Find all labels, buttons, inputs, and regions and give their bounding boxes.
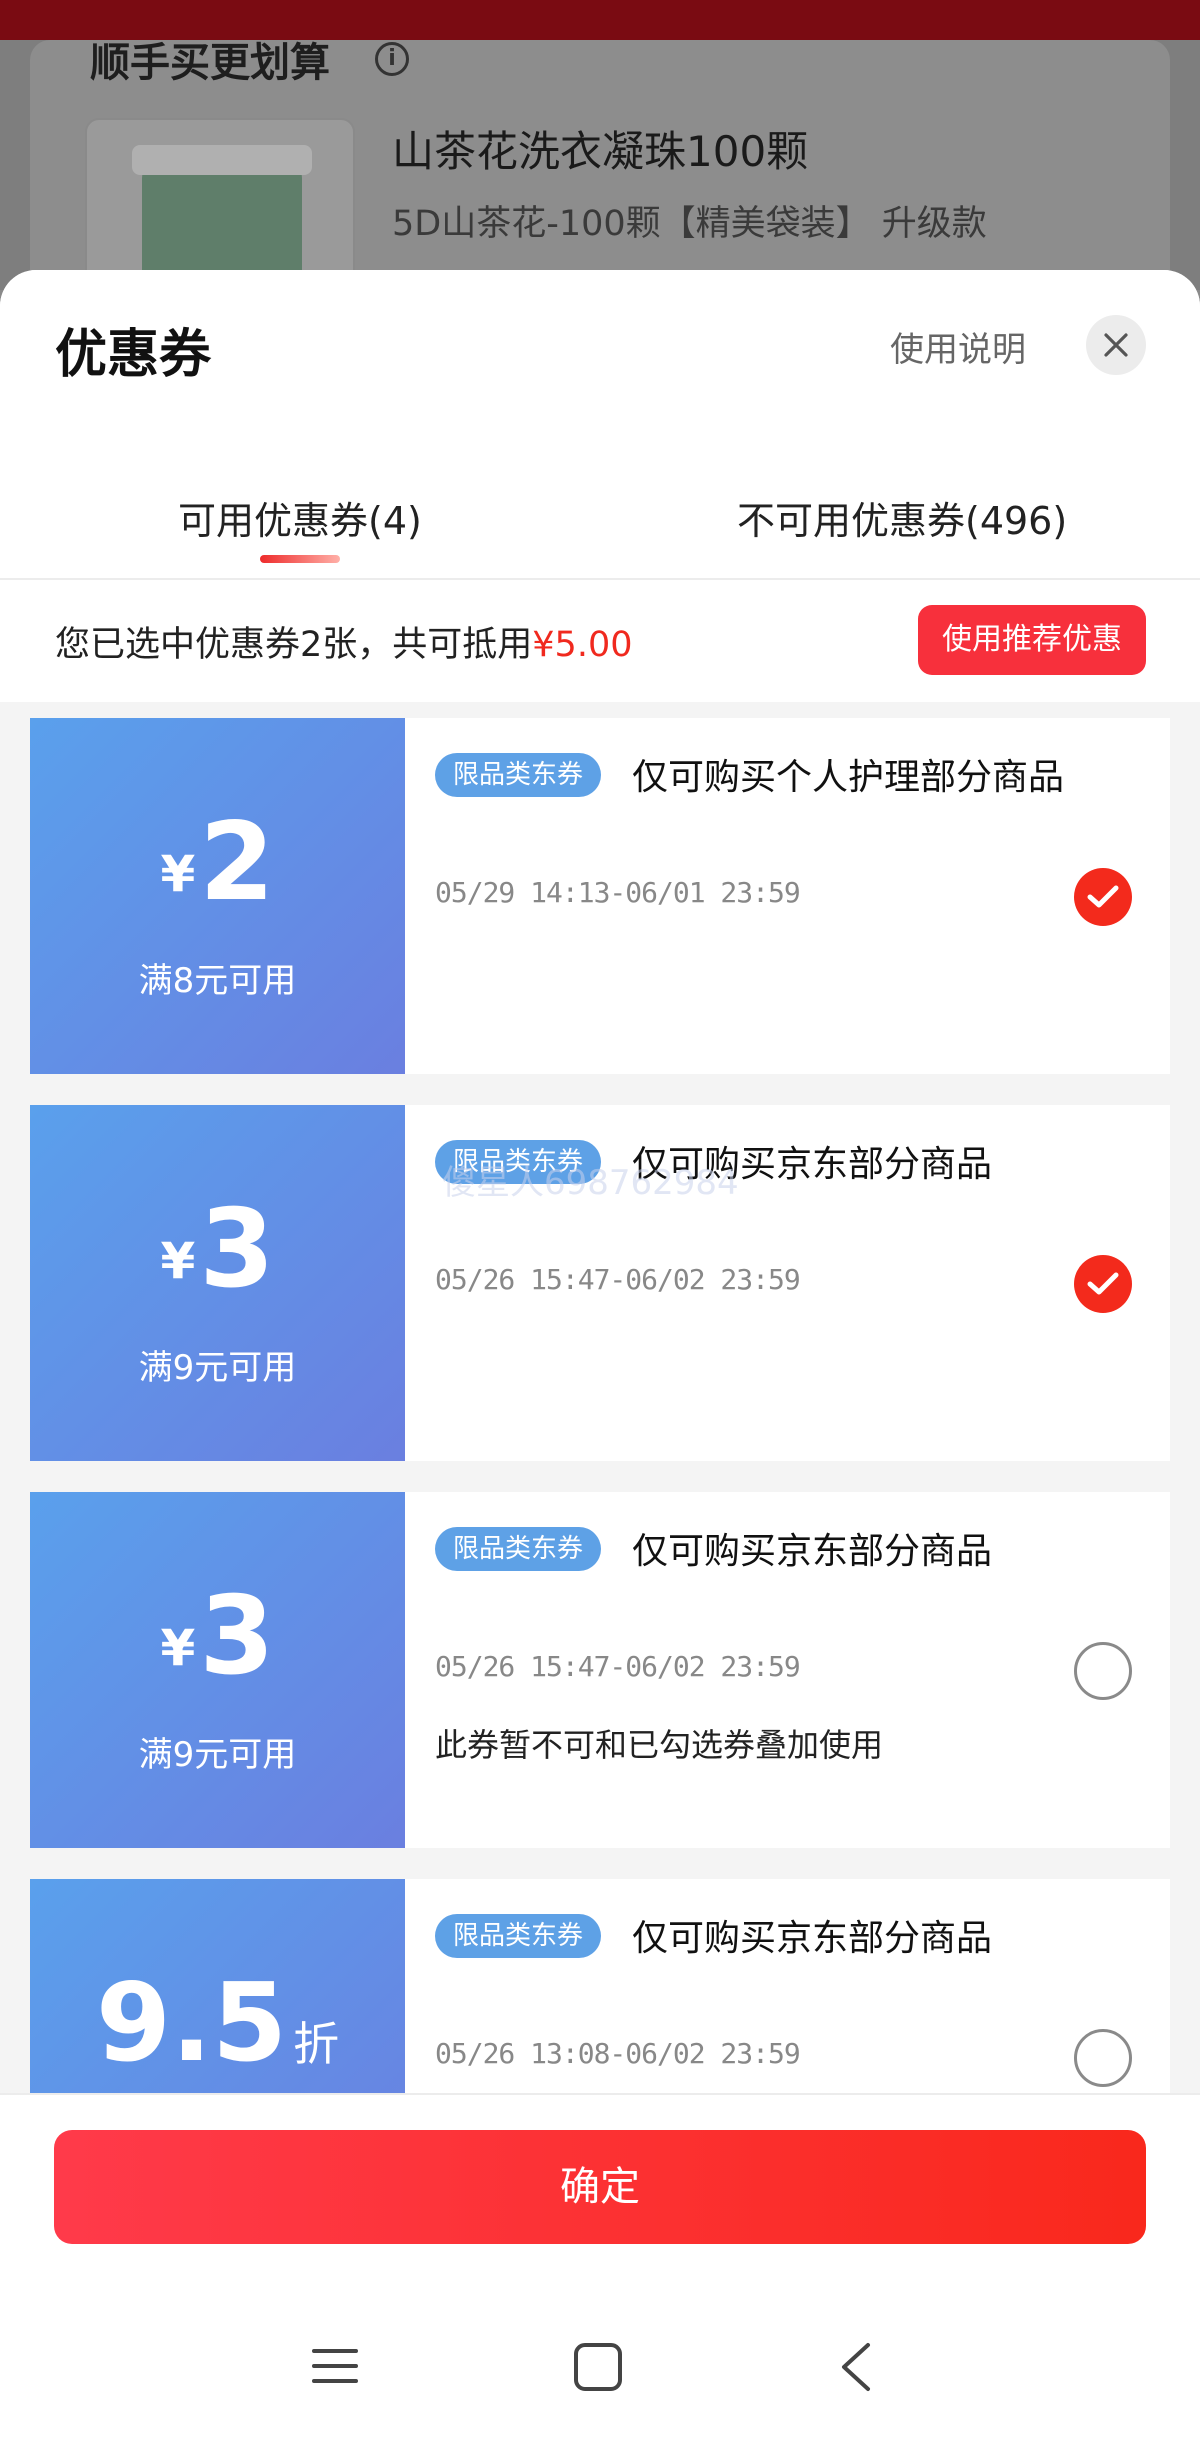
coupon-currency: ¥ <box>160 1619 196 1677</box>
coupon-page: 顺手买更划算 i 山茶花洗衣凝珠100颗 5D山茶花-100颗【精美袋装】 升级… <box>0 0 1200 2447</box>
sheet-header: 优惠券 使用说明 <box>0 270 1200 440</box>
product-lid-shape <box>132 145 312 175</box>
use-recommended-button[interactable]: 使用推荐优惠 <box>918 605 1146 675</box>
back-icon[interactable] <box>836 2341 876 2393</box>
summary-label: 您已选中优惠券2张，共可抵用 <box>55 625 533 665</box>
coupon-amount: ¥2 <box>30 808 405 918</box>
coupon-currency: ¥ <box>160 1232 196 1290</box>
coupon-amount-value: 9.5 <box>95 1961 288 2086</box>
background-product-name: 山茶花洗衣凝珠100颗 <box>392 127 809 176</box>
coupon-amount-value: 2 <box>199 800 275 925</box>
coupon-card[interactable]: ¥2 满8元可用 限品类东券 仅可购买个人护理部分商品 05/29 14:13-… <box>24 718 1170 1074</box>
confirm-button[interactable]: 确定 <box>54 2130 1146 2244</box>
coupon-checkbox-unchecked[interactable] <box>1074 1642 1132 1700</box>
close-button[interactable] <box>1086 315 1146 375</box>
coupon-value-panel: ¥3 满9元可用 <box>24 1492 405 1848</box>
background-section-title: 顺手买更划算 <box>90 40 330 86</box>
coupon-checkbox-unchecked[interactable] <box>1074 2029 1132 2087</box>
selection-summary: 您已选中优惠券2张，共可抵用¥5.00 使用推荐优惠 <box>0 580 1200 702</box>
coupon-amount-value: 3 <box>199 1574 275 1699</box>
coupon-description: 仅可购买京东部分商品 <box>632 1144 993 1185</box>
info-icon: i <box>375 42 409 76</box>
coupon-checkbox-checked[interactable] <box>1074 868 1132 926</box>
coupon-validity: 05/29 14:13-06/01 23:59 <box>435 876 801 909</box>
coupon-description: 仅可购买京东部分商品 <box>632 1531 993 1572</box>
coupon-currency: ¥ <box>160 845 196 903</box>
menu-icon[interactable] <box>310 2341 360 2391</box>
coupon-validity: 05/26 15:47-06/02 23:59 <box>435 1650 801 1683</box>
coupon-card[interactable]: ¥3 满9元可用 限品类东券 仅可购买京东部分商品 05/26 15:47-06… <box>24 1492 1170 1848</box>
coupon-checkbox-checked[interactable] <box>1074 1255 1132 1313</box>
coupon-amount: ¥3 <box>30 1195 405 1305</box>
coupon-value-panel: ¥2 满8元可用 <box>24 718 405 1074</box>
checkmark-icon <box>1087 885 1119 908</box>
coupon-amount-unit: 折 <box>293 2017 340 2071</box>
coupon-description: 仅可购买个人护理部分商品 <box>632 757 1065 798</box>
coupon-validity: 05/26 13:08-06/02 23:59 <box>435 2037 801 2070</box>
background-product-spec: 5D山茶花-100颗【精美袋装】 升级款 <box>392 204 987 244</box>
summary-amount: ¥5.00 <box>532 625 633 665</box>
coupon-list: ¥2 满8元可用 限品类东券 仅可购买个人护理部分商品 05/29 14:13-… <box>24 718 1170 2266</box>
background-page: 顺手买更划算 i 山茶花洗衣凝珠100颗 5D山茶花-100颗【精美袋装】 升级… <box>0 0 1200 318</box>
coupon-tabs: 可用优惠券(4) 不可用优惠券(496) <box>0 440 1200 580</box>
close-icon <box>1104 333 1128 357</box>
coupon-stacking-note: 此券暂不可和已勾选券叠加使用 <box>435 1726 884 1764</box>
summary-text: 您已选中优惠券2张，共可抵用¥5.00 <box>55 616 632 667</box>
coupon-tag: 限品类东券 <box>435 753 602 797</box>
tab-available-coupons[interactable]: 可用优惠券(4) <box>178 490 422 545</box>
coupon-amount-value: 3 <box>199 1187 275 1312</box>
home-icon[interactable] <box>572 2341 624 2393</box>
coupon-value-panel: ¥3 满9元可用 <box>24 1105 405 1461</box>
coupon-amount: ¥3 <box>30 1582 405 1692</box>
checkmark-icon <box>1087 1272 1119 1295</box>
coupon-tag: 限品类东券 <box>435 1527 602 1571</box>
usage-instructions-link[interactable]: 使用说明 <box>890 322 1026 371</box>
sheet-title: 优惠券 <box>55 325 212 385</box>
coupon-tag: 限品类东券 <box>435 1914 602 1958</box>
coupon-condition: 满9元可用 <box>138 1735 297 1775</box>
coupon-description: 仅可购买京东部分商品 <box>632 1918 993 1959</box>
system-nav-bar <box>0 2329 1200 2447</box>
coupon-validity: 05/26 15:47-06/02 23:59 <box>435 1263 801 1296</box>
coupon-condition: 满9元可用 <box>138 1348 297 1388</box>
active-tab-indicator <box>260 555 340 563</box>
coupon-tag: 限品类东券 <box>435 1140 602 1184</box>
sheet-footer: 确定 <box>0 2093 1200 2447</box>
tab-unavailable-coupons[interactable]: 不可用优惠券(496) <box>737 490 1067 545</box>
coupon-condition: 满8元可用 <box>138 961 297 1001</box>
coupon-card[interactable]: ¥3 满9元可用 限品类东券 仅可购买京东部分商品 05/26 15:47-06… <box>24 1105 1170 1461</box>
coupon-amount: 9.5 折 <box>30 1969 405 2079</box>
